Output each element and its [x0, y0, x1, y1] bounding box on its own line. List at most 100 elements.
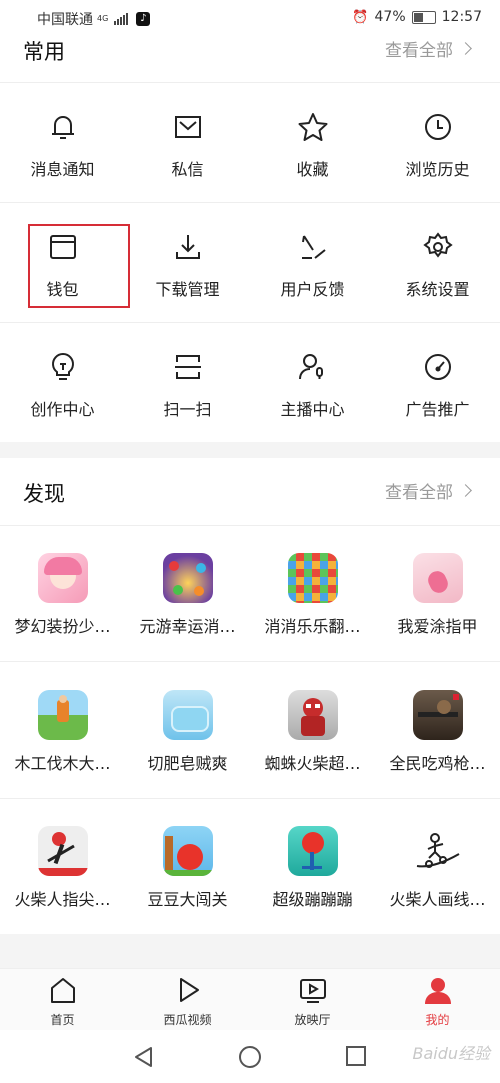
battery-icon [411, 10, 436, 24]
menu-item-scan[interactable]: 扫一扫 [125, 350, 250, 420]
recents-square-icon[interactable] [345, 1045, 367, 1067]
menu-item-messages[interactable]: 私信 [125, 110, 250, 180]
see-all-label: 查看全部 [385, 483, 453, 503]
app-icon [412, 690, 463, 740]
download-icon [175, 235, 200, 259]
menu-item-label: 主播中心 [280, 400, 345, 419]
app-item[interactable]: 蜘蛛火柴超… [250, 690, 375, 774]
menu-item-label: 私信 [171, 160, 204, 179]
app-item[interactable]: 超级蹦蹦蹦 [250, 826, 375, 910]
app-item[interactable]: 火柴人画线… [375, 826, 500, 910]
app-item[interactable]: 火柴人指尖… [0, 826, 125, 910]
app-item[interactable]: 梦幻装扮少… [0, 553, 125, 637]
menu-item-settings[interactable]: 系统设置 [375, 230, 500, 300]
tiktok-icon: ♪ [136, 12, 151, 26]
menu-item-notifications[interactable]: 消息通知 [0, 110, 125, 180]
app-item[interactable]: 消消乐乐翻… [250, 553, 375, 637]
app-label: 元游幸运消… [139, 617, 236, 636]
divider [0, 202, 500, 203]
battery-percent: 47% [374, 9, 406, 25]
app-label: 全民吃鸡枪… [389, 754, 486, 773]
menu-item-ad-promotion[interactable]: 广告推广 [375, 350, 500, 420]
app-label: 消消乐乐翻… [264, 617, 361, 636]
see-all-common-link[interactable]: 查看全部 [385, 36, 472, 61]
app-icon [412, 553, 463, 603]
see-all-label: 查看全部 [385, 41, 453, 61]
menu-item-feedback[interactable]: 用户反馈 [250, 230, 375, 300]
menu-item-label: 广告推广 [405, 400, 470, 419]
divider [0, 661, 500, 662]
nav-tab-home[interactable]: 首页 [0, 975, 125, 1028]
menu-item-label: 浏览历史 [405, 160, 470, 179]
lightbulb-icon [51, 353, 74, 380]
app-icon [287, 553, 338, 603]
app-icon [287, 826, 338, 876]
menu-item-history[interactable]: 浏览历史 [375, 110, 500, 180]
app-icon [287, 690, 338, 740]
scan-icon [174, 355, 201, 379]
clock-time: 12:57 [441, 9, 482, 25]
menu-item-streamer-center[interactable]: 主播中心 [250, 350, 375, 420]
app-label: 梦幻装扮少… [14, 617, 111, 636]
network-type: 4G [97, 14, 109, 23]
app-icon [37, 826, 88, 876]
feedback-pen-icon [301, 235, 326, 259]
menu-item-downloads[interactable]: 下载管理 [125, 230, 250, 300]
app-item[interactable]: 木工伐木大… [0, 690, 125, 774]
menu-item-label: 下载管理 [155, 280, 220, 299]
menu-item-label: 创作中心 [30, 400, 95, 419]
app-icon [37, 690, 88, 740]
tv-icon [299, 979, 326, 1003]
menu-item-favorites[interactable]: 收藏 [250, 110, 375, 180]
app-item[interactable]: 我爱涂指甲 [375, 553, 500, 637]
menu-item-label: 收藏 [296, 160, 329, 179]
divider [0, 82, 500, 83]
star-icon [298, 113, 327, 141]
app-icon [162, 690, 213, 740]
app-icon [162, 553, 213, 603]
app-label: 我爱涂指甲 [397, 617, 478, 636]
watermark: Baidu经验 [412, 1044, 490, 1063]
app-item[interactable]: 全民吃鸡枪… [375, 690, 500, 774]
bell-icon [51, 116, 74, 139]
app-item[interactable]: 豆豆大闯关 [125, 826, 250, 910]
app-label: 超级蹦蹦蹦 [272, 890, 353, 909]
app-item[interactable]: 元游幸运消… [125, 553, 250, 637]
app-label: 木工伐木大… [14, 754, 111, 773]
app-label: 火柴人画线… [389, 890, 486, 909]
nav-tab-mine[interactable]: 我的 [375, 975, 500, 1028]
app-icon [412, 826, 463, 876]
home-icon [50, 978, 75, 1003]
app-item[interactable]: 切肥皂贼爽 [125, 690, 250, 774]
gauge-icon [424, 354, 451, 380]
menu-item-label: 扫一扫 [163, 400, 212, 419]
menu-item-creator-center[interactable]: 创作中心 [0, 350, 125, 420]
divider [0, 322, 500, 323]
play-icon [179, 978, 199, 1002]
nav-tab-label: 首页 [50, 1013, 75, 1027]
section-title-discover: 发现 [23, 482, 65, 506]
streamer-icon [298, 354, 323, 380]
back-icon[interactable] [132, 1045, 154, 1069]
app-label: 蜘蛛火柴超… [264, 754, 361, 773]
bottom-nav: 首页 西瓜视频 放映厅 我的 [0, 968, 500, 1031]
gear-icon [422, 232, 453, 258]
alarm-icon: ⏰ [352, 9, 369, 25]
app-label: 切肥皂贼爽 [147, 754, 228, 773]
nav-tab-label: 我的 [425, 1013, 450, 1027]
home-circle-icon[interactable] [238, 1045, 262, 1069]
app-label: 火柴人指尖… [14, 890, 111, 909]
see-all-discover-link[interactable]: 查看全部 [385, 478, 472, 503]
app-label: 豆豆大闯关 [147, 890, 228, 909]
status-bar: 中国联通 4G ♪ ⏰ 47% 12:57 [0, 0, 500, 34]
clock-icon [424, 114, 451, 140]
nav-tab-xigua-video[interactable]: 西瓜视频 [125, 975, 250, 1028]
app-icon [37, 553, 88, 603]
nav-tab-cinema[interactable]: 放映厅 [250, 975, 375, 1028]
menu-item-label: 用户反馈 [280, 280, 345, 299]
chevron-right-icon [459, 484, 472, 497]
menu-item-label: 系统设置 [405, 280, 470, 299]
app-icon [162, 826, 213, 876]
divider [0, 525, 500, 526]
nav-tab-label: 西瓜视频 [163, 1013, 212, 1027]
